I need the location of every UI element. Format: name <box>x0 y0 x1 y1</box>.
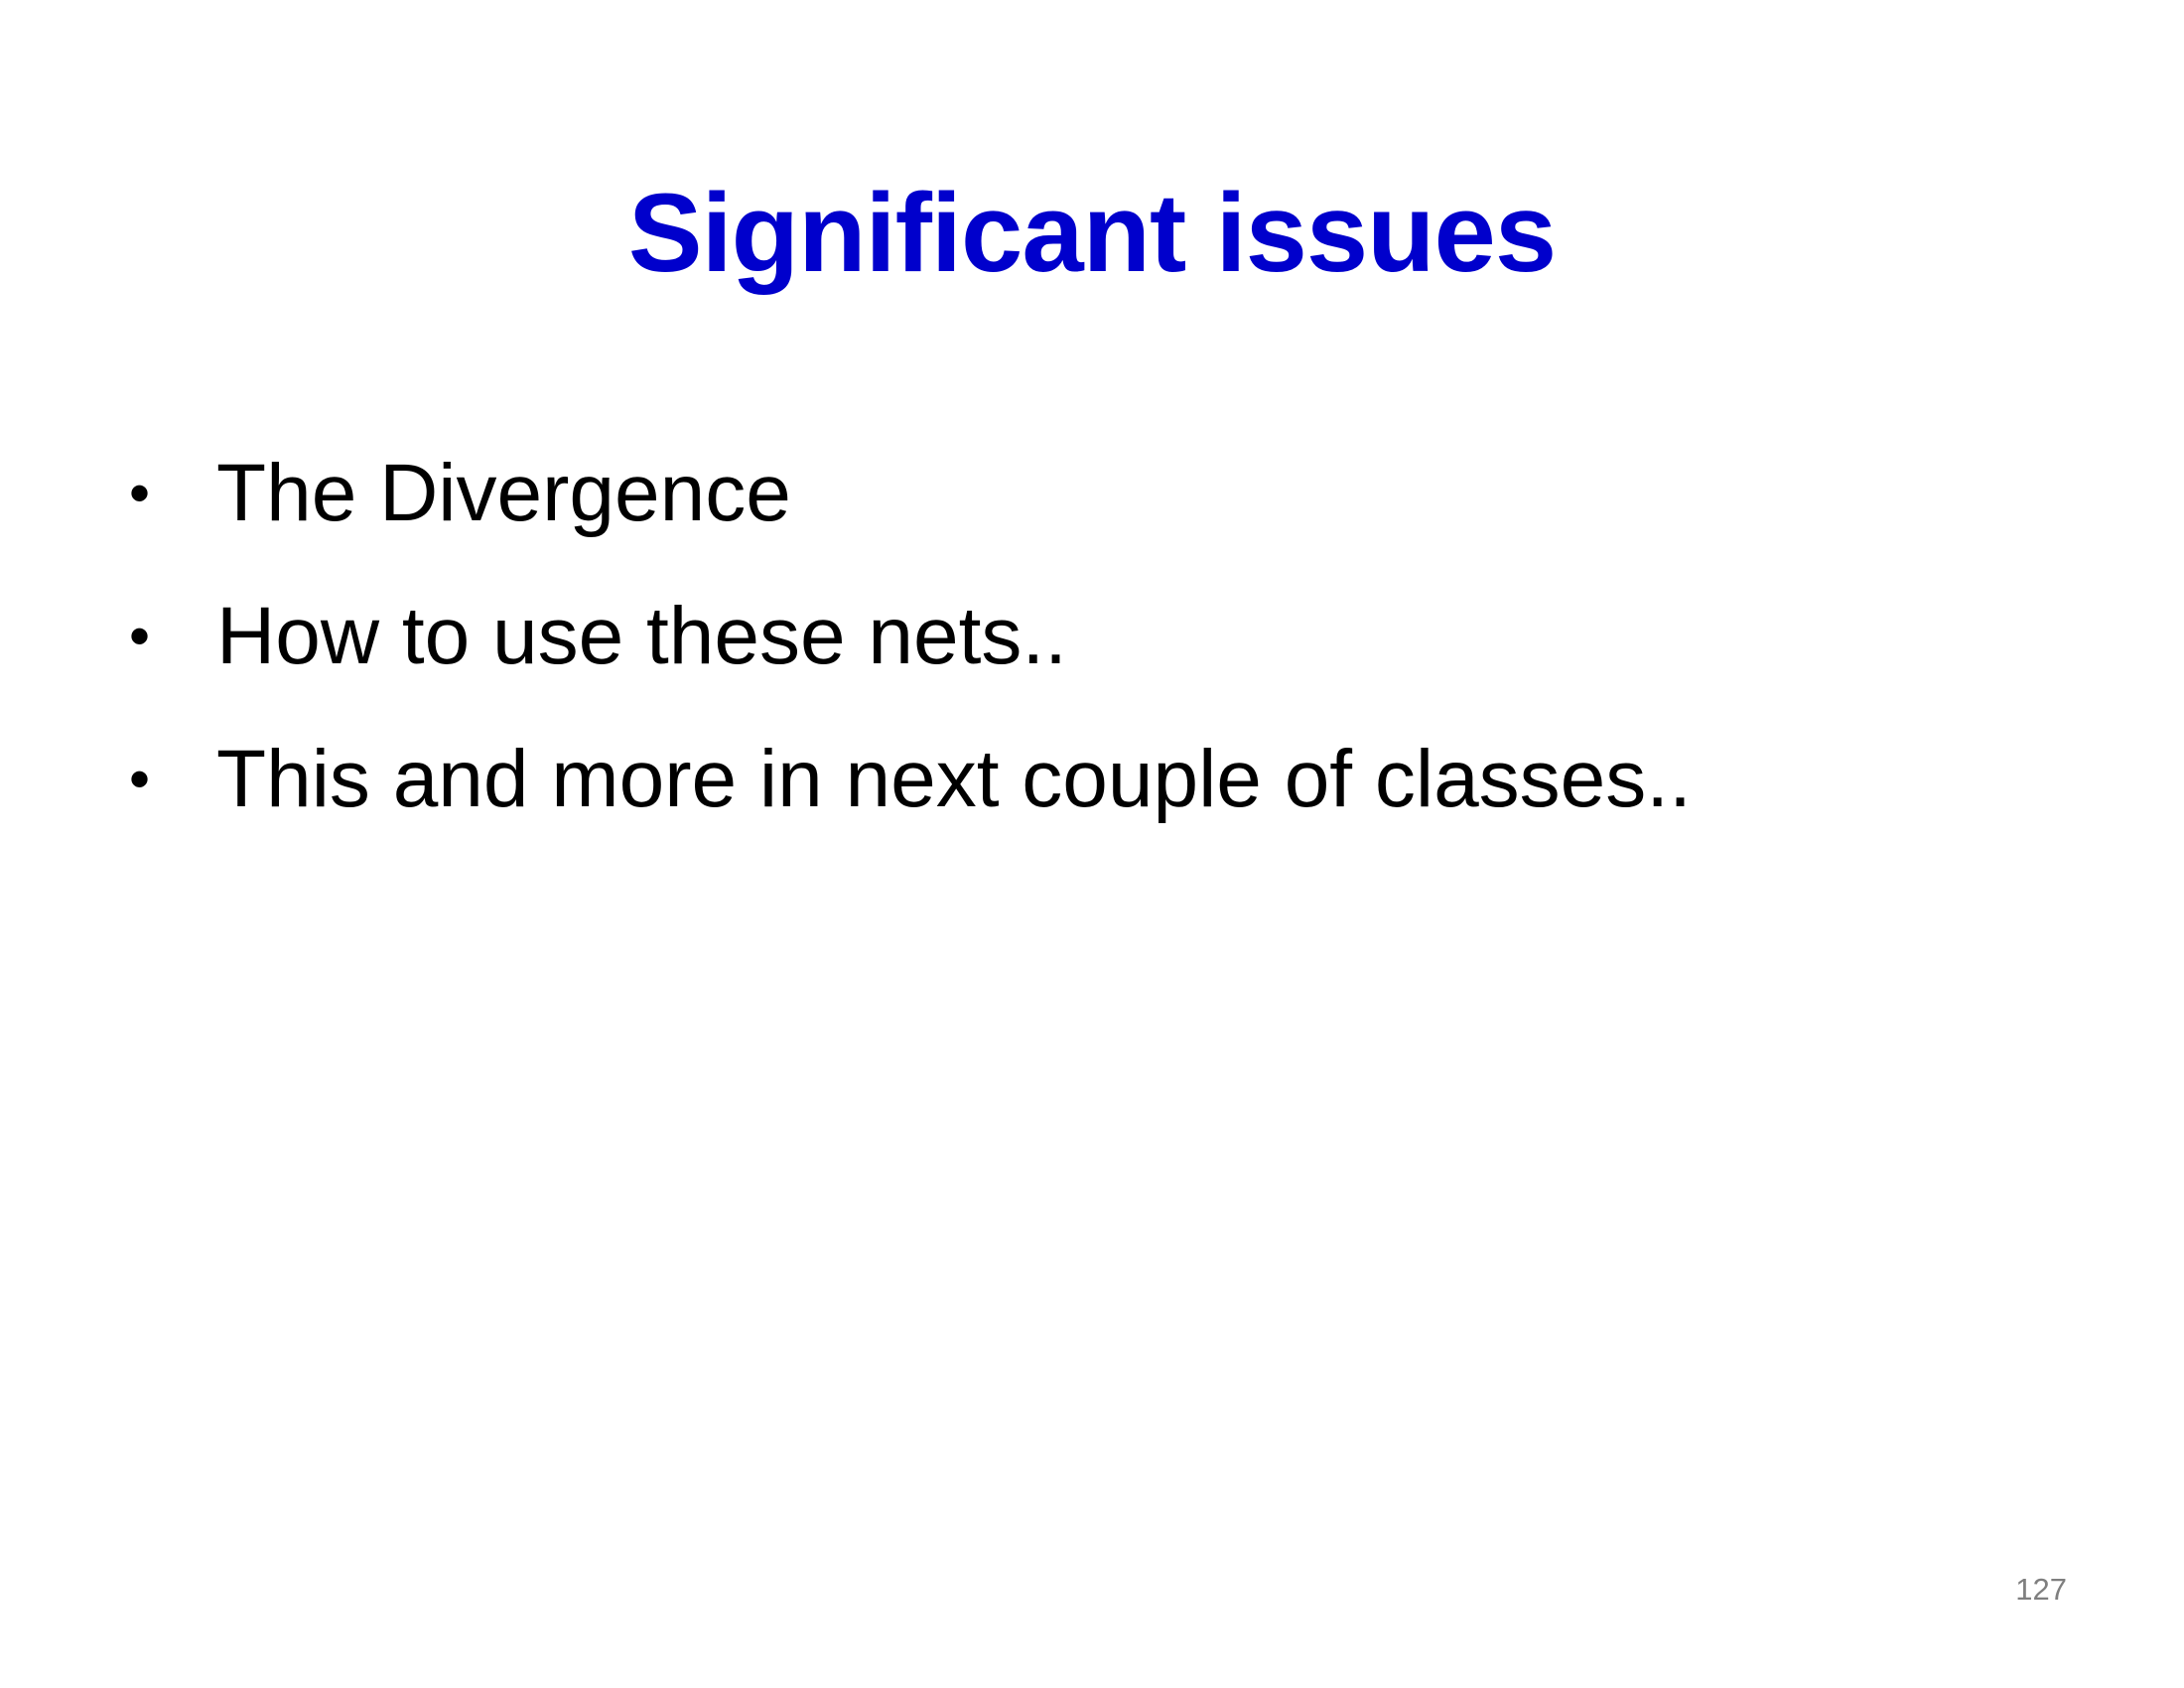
bullet-icon: • <box>129 460 151 526</box>
bullet-icon: • <box>129 603 151 669</box>
bullet-text: The Divergence <box>216 448 791 538</box>
bullet-item: • This and more in next couple of classe… <box>129 708 1692 851</box>
bullet-text: This and more in next couple of classes.… <box>216 734 1692 824</box>
slide-title: Significant issues <box>627 171 1557 295</box>
bullet-icon: • <box>129 746 151 812</box>
bullet-item: • The Divergence <box>129 422 1692 565</box>
bullet-list: • The Divergence • How to use these nets… <box>129 422 1692 851</box>
bullet-item: • How to use these nets.. <box>129 565 1692 708</box>
bullet-text: How to use these nets.. <box>216 591 1067 681</box>
slide: Significant issues • The Divergence • Ho… <box>0 0 2184 1688</box>
page-number: 127 <box>2015 1572 2067 1607</box>
